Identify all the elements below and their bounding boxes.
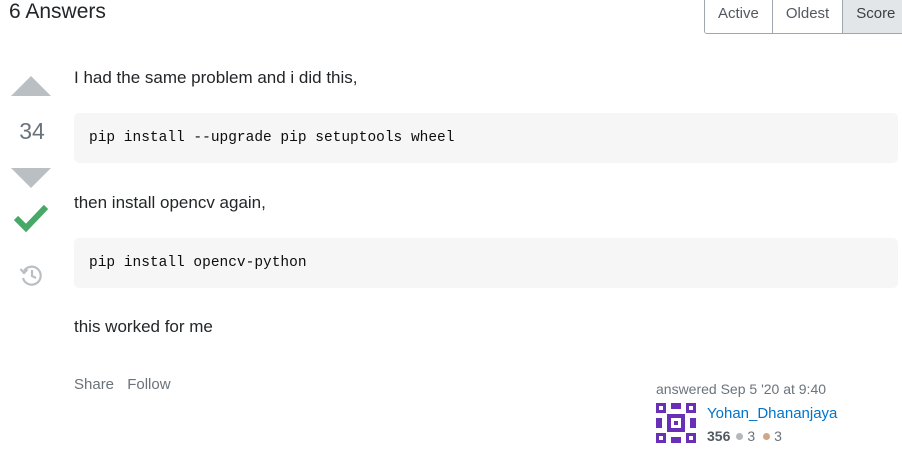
share-link[interactable]: Share: [74, 376, 114, 393]
silver-badge-icon: [736, 432, 744, 440]
silver-badge-count: 3: [747, 428, 756, 444]
user-name-link[interactable]: Yohan_Dhananjaya: [707, 405, 837, 422]
code-block: pip install opencv-python: [74, 238, 898, 288]
sort-tab-score[interactable]: Score: [843, 0, 902, 33]
bronze-badge-count: 3: [774, 428, 782, 444]
sort-tab-active[interactable]: Active: [705, 0, 773, 33]
answer-paragraph: this worked for me: [74, 317, 213, 336]
accepted-check-icon: [14, 204, 48, 233]
follow-link[interactable]: Follow: [127, 376, 170, 393]
upvote-arrow-icon[interactable]: [11, 76, 51, 96]
answer-paragraph: I had the same problem and i did this,: [74, 68, 358, 87]
answers-count-heading: 6 Answers: [9, 0, 106, 23]
downvote-arrow-icon[interactable]: [11, 168, 51, 188]
bronze-badge-icon: [763, 432, 771, 440]
sort-tab-oldest[interactable]: Oldest: [772, 0, 844, 33]
reputation-score: 356: [707, 428, 731, 444]
answered-timestamp: answered Sep 5 '20 at 9:40: [656, 381, 827, 397]
answer-sort-tabs: Active Oldest Score: [704, 0, 902, 34]
user-signature: answered Sep 5 '20 at 9:40 Yohan_Dhananj…: [656, 380, 896, 444]
answers-page: 6 Answers Active Oldest Score 34 I had t…: [0, 0, 902, 463]
answer-paragraph: then install opencv again,: [74, 193, 266, 212]
history-icon[interactable]: [19, 263, 43, 287]
post-menu: Share Follow: [74, 376, 180, 393]
vote-count: 34: [19, 118, 45, 144]
user-stats: 356 3 3: [707, 428, 782, 444]
avatar[interactable]: [656, 403, 696, 443]
code-block: pip install --upgrade pip setuptools whe…: [74, 113, 898, 163]
